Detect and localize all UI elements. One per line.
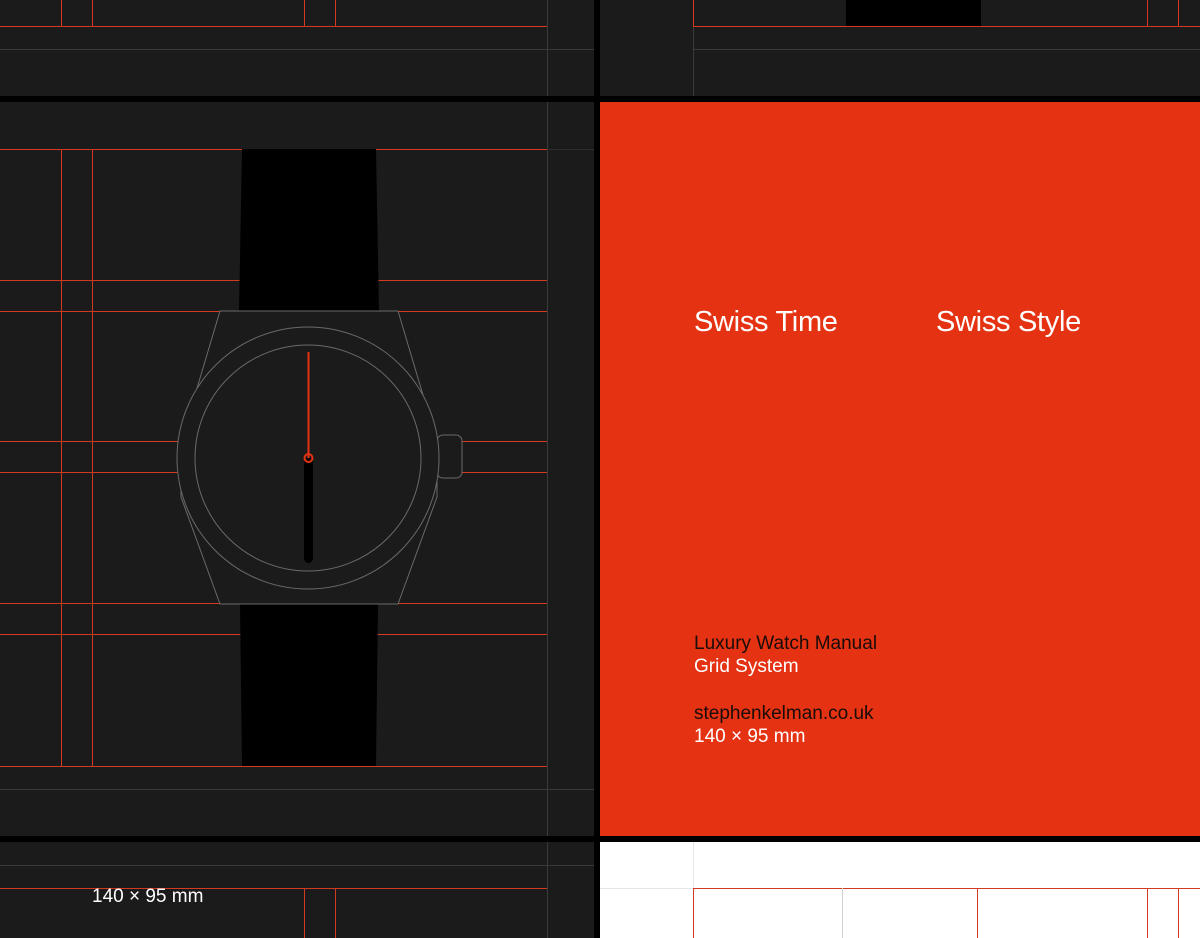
top-left-grid bbox=[0, 0, 594, 96]
cover-dimensions: 140 × 95 mm bbox=[694, 726, 806, 747]
cover-page: Swiss Time Swiss Style Luxury Watch Manu… bbox=[600, 102, 1200, 836]
watch-grid bbox=[0, 102, 594, 836]
bottom-left-grid bbox=[0, 842, 594, 938]
strap-block bbox=[846, 0, 981, 26]
top-right-grid bbox=[693, 0, 1200, 96]
watch-strap-top bbox=[239, 149, 379, 311]
top-right-page bbox=[600, 0, 1200, 96]
cover-subtitle-2: Grid System bbox=[694, 656, 799, 677]
cover-title-right: Swiss Style bbox=[936, 306, 1081, 338]
bottom-right-page bbox=[600, 842, 1200, 938]
cover-subtitle: Luxury Watch Manual bbox=[694, 633, 878, 654]
watch-illustration-page bbox=[0, 102, 594, 836]
hour-hand bbox=[304, 458, 313, 563]
watch-strap-bottom bbox=[240, 604, 378, 766]
top-left-page bbox=[0, 0, 594, 96]
bottom-dimensions: 140 × 95 mm bbox=[92, 886, 204, 907]
cover-title-left: Swiss Time bbox=[694, 306, 838, 338]
cover-website: stephenkelman.co.uk bbox=[694, 703, 874, 724]
watch-crown bbox=[436, 434, 463, 479]
bottom-left-page: 140 × 95 mm bbox=[0, 842, 594, 938]
bottom-right-grid bbox=[600, 842, 1200, 938]
